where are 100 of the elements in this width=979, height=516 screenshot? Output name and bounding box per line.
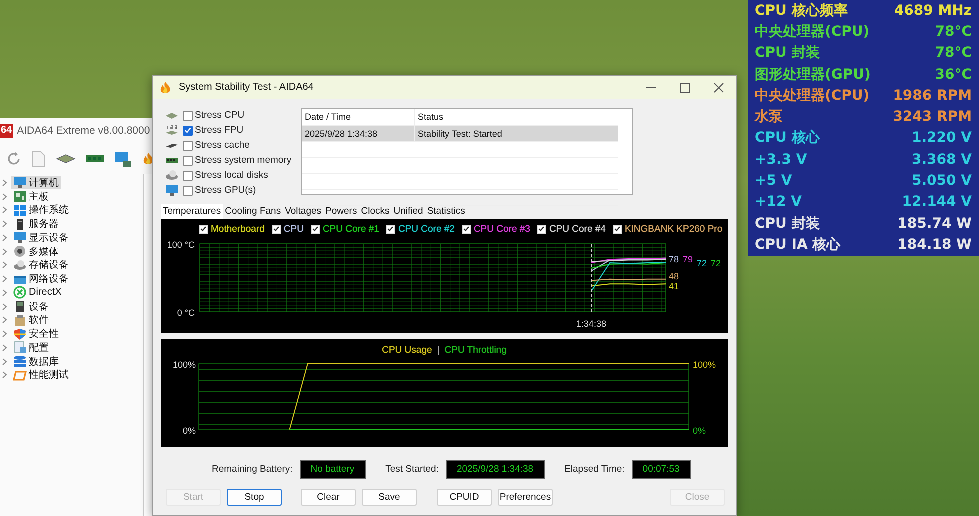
- time-label: 1:34:38: [576, 319, 606, 329]
- value-label: 72: [697, 258, 708, 269]
- refresh-icon[interactable]: [6, 151, 22, 167]
- legend-checkbox[interactable]: [612, 224, 622, 234]
- column-header[interactable]: Date / Time: [302, 109, 415, 125]
- sensor-value: 36°C: [935, 66, 972, 83]
- dialog-button[interactable]: Preferences: [498, 489, 553, 506]
- tree-item[interactable]: 服务器: [11, 218, 61, 231]
- legend-label: CPU Usage: [382, 344, 432, 356]
- value-label: 72: [711, 258, 722, 269]
- sensor-label: 图形处理器(GPU): [755, 66, 871, 84]
- legend-label: CPU Core #4: [549, 224, 606, 234]
- legend-checkbox[interactable]: [537, 224, 546, 234]
- shield-icon: [13, 328, 27, 341]
- legend-checkbox[interactable]: [386, 224, 396, 234]
- tree-item[interactable]: 主板: [11, 190, 51, 204]
- tab[interactable]: Voltages: [283, 204, 324, 219]
- value-label: 0%: [693, 426, 706, 436]
- dialog-button[interactable]: CPUID: [437, 489, 492, 506]
- stress-checkbox[interactable]: Stress FPU: [183, 125, 244, 136]
- legend-checkbox[interactable]: [310, 224, 320, 234]
- stress-checkbox[interactable]: Stress cache: [183, 140, 250, 151]
- tree-item[interactable]: 配置: [11, 341, 51, 354]
- monitor-icon: [13, 176, 27, 190]
- stress-checkbox[interactable]: Stress system memory: [183, 155, 292, 166]
- stress-checkbox[interactable]: Stress CPU: [183, 110, 245, 121]
- value-label: 100%: [693, 361, 716, 370]
- legend-checkbox[interactable]: [199, 224, 208, 234]
- sensor-value: 1986 RPM: [893, 88, 972, 104]
- column-header[interactable]: Status: [415, 112, 618, 122]
- tree-item[interactable]: 显示设备: [11, 231, 71, 244]
- sensor-label: +3.3 V: [755, 152, 808, 168]
- document-icon[interactable]: [32, 150, 46, 168]
- tree-item[interactable]: 操作系统: [11, 204, 71, 217]
- axis-label: 0%: [182, 426, 196, 436]
- stress-checkbox[interactable]: Stress GPU(s): [183, 185, 256, 196]
- tree-item[interactable]: 存储设备: [11, 258, 71, 272]
- box-icon: [13, 314, 27, 327]
- monitor-icon: [13, 231, 27, 244]
- tab[interactable]: Clocks: [359, 204, 392, 219]
- legend-label: Motherboard: [211, 224, 265, 234]
- value-label: 41: [669, 282, 680, 292]
- app-logo: 64: [0, 124, 14, 138]
- tab[interactable]: Unified: [392, 204, 426, 219]
- dialog-button[interactable]: Clear: [301, 489, 356, 506]
- status-value: 2025/9/28 1:34:38: [446, 460, 545, 479]
- chip-icon[interactable]: [56, 154, 76, 164]
- status-label: Test Started:: [386, 464, 439, 475]
- sensor-value: 3243 RPM: [893, 109, 972, 126]
- memory-icon[interactable]: [86, 155, 104, 163]
- sensor-value: 12.144 V: [902, 194, 972, 210]
- tree-item[interactable]: 计算机: [11, 176, 61, 190]
- tree-item[interactable]: 性能测试: [11, 368, 71, 382]
- flame-icon: [159, 80, 172, 94]
- tree-item[interactable]: 数据库: [11, 355, 61, 368]
- tree-item[interactable]: 多媒体: [11, 245, 61, 258]
- sensor-value: 78°C: [935, 24, 972, 40]
- legend-label: CPU Throttling: [444, 344, 507, 356]
- disk-icon: [13, 258, 27, 272]
- window-title: System Stability Test - AIDA64: [179, 82, 314, 93]
- tree-item[interactable]: DirectX: [11, 286, 64, 300]
- axis-label: 100%: [172, 361, 196, 370]
- tree-item[interactable]: 网络设备: [11, 272, 71, 286]
- legend-label: CPU: [284, 224, 304, 234]
- sensor-label: CPU 核心: [755, 129, 820, 148]
- sensor-label: CPU 封装: [755, 214, 820, 233]
- legend-label: CPU Core #1: [322, 224, 380, 234]
- monitor-icon[interactable]: [114, 150, 132, 168]
- legend-checkbox[interactable]: [462, 224, 471, 234]
- sensor-value: 184.18 W: [898, 236, 972, 253]
- tree-item[interactable]: 设备: [11, 300, 51, 314]
- legend-checkbox[interactable]: [272, 224, 281, 234]
- sensor-label: CPU IA 核心: [755, 236, 841, 254]
- tree-item[interactable]: 安全性: [11, 328, 61, 341]
- tab[interactable]: Temperatures: [161, 204, 224, 219]
- legend-label: CPU Core #3: [474, 224, 530, 234]
- tab[interactable]: Statistics: [425, 204, 468, 219]
- document-icon: [13, 341, 27, 354]
- sensor-label: 中央处理器(CPU): [755, 86, 870, 105]
- tab[interactable]: Powers: [324, 204, 360, 219]
- tree-item[interactable]: 软件: [11, 314, 51, 327]
- sensor-value: 3.368 V: [912, 152, 972, 168]
- sensor-value: 185.74 W: [898, 216, 972, 232]
- maximize-icon: [680, 82, 690, 92]
- dialog-button[interactable]: Save: [362, 489, 417, 506]
- fpu-icon: [165, 124, 179, 137]
- dialog-button[interactable]: Stop: [227, 489, 282, 506]
- device-icon: [13, 300, 27, 314]
- axis-label: 0 °C: [177, 308, 195, 318]
- sensor-label: CPU 封装: [755, 44, 820, 62]
- log-row[interactable]: 2025/9/28 1:34:38 Stability Test: Started: [302, 126, 618, 142]
- sensor-label: 中央处理器(CPU): [755, 22, 870, 41]
- tab[interactable]: Cooling Fans: [223, 204, 284, 219]
- status-value: No battery: [300, 460, 366, 479]
- sensor-value: 4689 MHz: [894, 2, 972, 19]
- sensor-label: +5 V: [755, 173, 792, 190]
- stress-checkbox[interactable]: Stress local disks: [183, 170, 268, 181]
- close-icon: [714, 82, 724, 92]
- sensor-value: 78°C: [935, 45, 972, 62]
- monitor-icon: [165, 184, 179, 197]
